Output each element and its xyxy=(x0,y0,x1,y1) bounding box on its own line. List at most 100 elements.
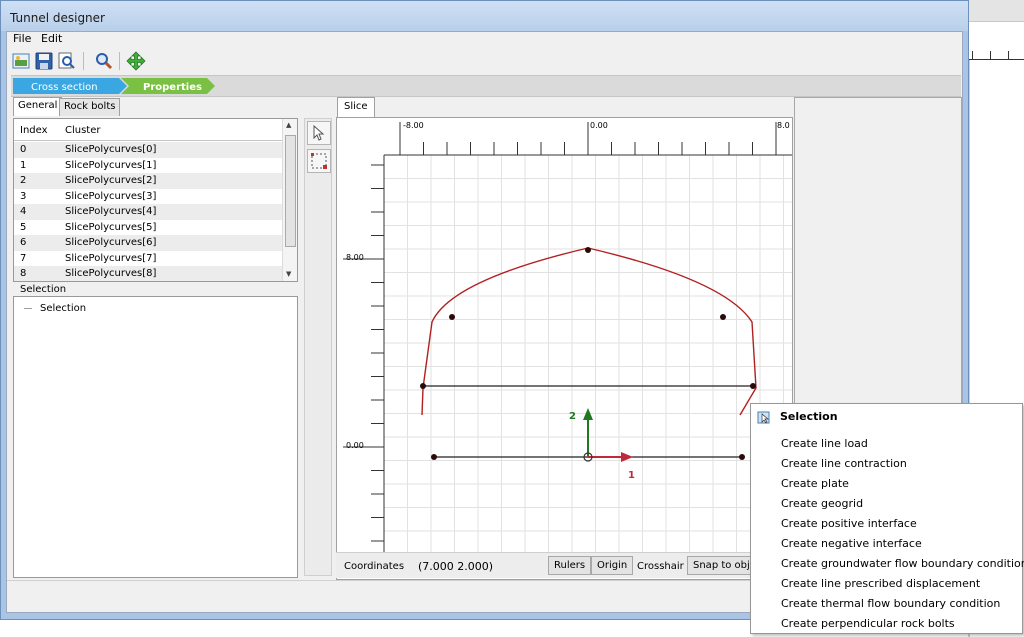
context-menu-item[interactable]: Create line load xyxy=(781,437,868,450)
toolbar-separator xyxy=(119,52,120,70)
slice-canvas[interactable]: -8.00 0.00 8.0 8.00 0.00 2 1 xyxy=(339,120,792,552)
row-index: 7 xyxy=(20,252,27,264)
vertex-right-invert[interactable] xyxy=(739,454,745,460)
menu-file[interactable]: File xyxy=(13,32,31,45)
window-title: Tunnel designer xyxy=(10,11,105,25)
selection-tree: Selection xyxy=(13,296,298,578)
background-ruler xyxy=(968,22,1024,60)
tab-general[interactable]: General xyxy=(13,97,63,116)
ruler-top-label-0: 0.00 xyxy=(590,121,608,130)
table-row[interactable]: 8 SlicePolycurves[8] xyxy=(14,266,282,281)
ruler-left-label-8: 8.00 xyxy=(346,253,364,262)
row-cluster: SlicePolycurves[6] xyxy=(65,237,157,248)
scroll-down-icon[interactable]: ▼ xyxy=(286,270,291,278)
wizard-step-cross-section-label: Cross section xyxy=(31,82,98,93)
cluster-table: Index Cluster 0 SlicePolycurves[0] 1 SliceP… xyxy=(13,118,298,282)
rulers-button[interactable]: Rulers xyxy=(548,556,592,575)
table-row[interactable]: 7 SlicePolycurves[7] xyxy=(14,251,282,267)
wizard-step-properties-label: Properties xyxy=(143,82,202,93)
ruler-left-label-0: 0.00 xyxy=(346,441,364,450)
context-menu-item[interactable]: Create geogrid xyxy=(781,497,863,510)
row-index: 1 xyxy=(20,159,27,171)
zoom-icon[interactable] xyxy=(93,50,115,72)
background-toolbar xyxy=(968,0,1024,22)
rectangle-select-icon[interactable] xyxy=(307,149,331,173)
vertex-left-invert[interactable] xyxy=(431,454,437,460)
tree-item-selection[interactable]: Selection xyxy=(24,303,86,314)
context-menu-item[interactable]: Create negative interface xyxy=(781,537,922,550)
origin-button[interactable]: Origin xyxy=(591,556,634,575)
slice-view[interactable]: -8.00 0.00 8.0 8.00 0.00 2 1 xyxy=(336,117,793,580)
crosshair-toggle[interactable]: Crosshair xyxy=(637,561,684,572)
context-menu: Selection Create line load Create line co… xyxy=(750,403,1024,634)
row-index: 3 xyxy=(20,190,27,202)
slice-status-bar: Coordinates (7.000 2.000) Rulers Origin … xyxy=(336,552,793,578)
move-icon[interactable] xyxy=(125,50,147,72)
table-row[interactable]: 6 SlicePolycurves[6] xyxy=(14,235,282,251)
context-menu-item[interactable]: Create perpendicular rock bolts xyxy=(781,617,955,630)
vertex-left-bench[interactable] xyxy=(420,383,426,389)
table-row[interactable]: 4 SlicePolycurves[4] xyxy=(14,204,282,220)
column-header-cluster[interactable]: Cluster xyxy=(65,125,101,136)
toolbar xyxy=(7,47,962,75)
tab-slice[interactable]: Slice xyxy=(337,97,375,117)
row-cluster: SlicePolycurves[5] xyxy=(65,221,157,233)
axis-2-label: 2 xyxy=(569,411,576,422)
row-cluster: SlicePolycurves[3] xyxy=(65,190,157,202)
ruler-top-label-8: 8.0 xyxy=(777,121,790,130)
vertex-left-shoulder[interactable] xyxy=(449,314,455,320)
row-cluster: SlicePolycurves[2] xyxy=(65,175,157,186)
menu-bar: File Edit xyxy=(7,32,962,46)
coordinates-value: (7.000 2.000) xyxy=(418,560,494,573)
context-menu-header: Selection xyxy=(751,404,1022,430)
table-row[interactable]: 5 SlicePolycurves[5] xyxy=(14,220,282,236)
table-header: Index Cluster xyxy=(14,119,282,141)
column-header-index[interactable]: Index xyxy=(20,125,48,136)
selection-icon xyxy=(757,411,770,424)
row-index: 4 xyxy=(20,206,27,217)
tree-item-label: Selection xyxy=(40,303,87,314)
title-bar[interactable]: Tunnel designer xyxy=(1,1,968,31)
row-cluster: SlicePolycurves[4] xyxy=(65,206,157,217)
vertex-right-bench[interactable] xyxy=(750,383,756,389)
open-image-icon[interactable] xyxy=(10,50,32,72)
vertex-right-shoulder[interactable] xyxy=(720,314,726,320)
vertex-crown[interactable] xyxy=(585,247,591,253)
table-row[interactable]: 2 SlicePolycurves[2] xyxy=(14,173,282,189)
wizard-bar: Cross section Properties xyxy=(11,75,961,97)
row-index: 6 xyxy=(20,237,27,248)
table-scrollbar[interactable]: ▲ ▼ xyxy=(282,119,297,281)
tool-column xyxy=(304,118,332,576)
row-index: 8 xyxy=(20,268,27,279)
tab-rock-bolts[interactable]: Rock bolts xyxy=(59,98,121,116)
axis-1-label: 1 xyxy=(628,470,635,481)
ruler-top-label-neg8: -8.00 xyxy=(403,121,424,130)
row-index: 2 xyxy=(20,175,27,186)
coordinates-label: Coordinates xyxy=(344,561,405,572)
context-menu-item[interactable]: Create groundwater flow boundary conditi… xyxy=(781,557,1024,570)
scrollbar-thumb[interactable] xyxy=(285,135,296,247)
context-menu-item[interactable]: Create plate xyxy=(781,477,849,490)
table-row[interactable]: 3 SlicePolycurves[3] xyxy=(14,189,282,205)
context-menu-item[interactable]: Create positive interface xyxy=(781,517,917,530)
row-index: 0 xyxy=(20,144,27,155)
toolbar-separator xyxy=(83,52,84,70)
row-index: 5 xyxy=(20,221,27,233)
row-cluster: SlicePolycurves[7] xyxy=(65,252,157,264)
print-preview-icon[interactable] xyxy=(55,50,77,72)
save-icon[interactable] xyxy=(33,50,55,72)
scroll-up-icon[interactable]: ▲ xyxy=(286,121,291,129)
table-row[interactable]: 1 SlicePolycurves[1] xyxy=(14,158,282,174)
table-row[interactable]: 0 SlicePolycurves[0] xyxy=(14,142,282,158)
select-pointer-icon[interactable] xyxy=(307,121,331,145)
row-cluster: SlicePolycurves[0] xyxy=(65,144,157,155)
tree-line xyxy=(24,307,32,309)
row-cluster: SlicePolycurves[1] xyxy=(65,159,157,171)
context-menu-item[interactable]: Create thermal flow boundary condition xyxy=(781,597,1000,610)
menu-edit[interactable]: Edit xyxy=(41,32,62,45)
context-menu-title: Selection xyxy=(780,410,838,423)
context-menu-item[interactable]: Create line contraction xyxy=(781,457,907,470)
context-menu-item[interactable]: Create line prescribed displacement xyxy=(781,577,980,590)
snap-to-object-button[interactable]: Snap to objec xyxy=(687,556,753,575)
selection-label: Selection xyxy=(20,284,67,295)
